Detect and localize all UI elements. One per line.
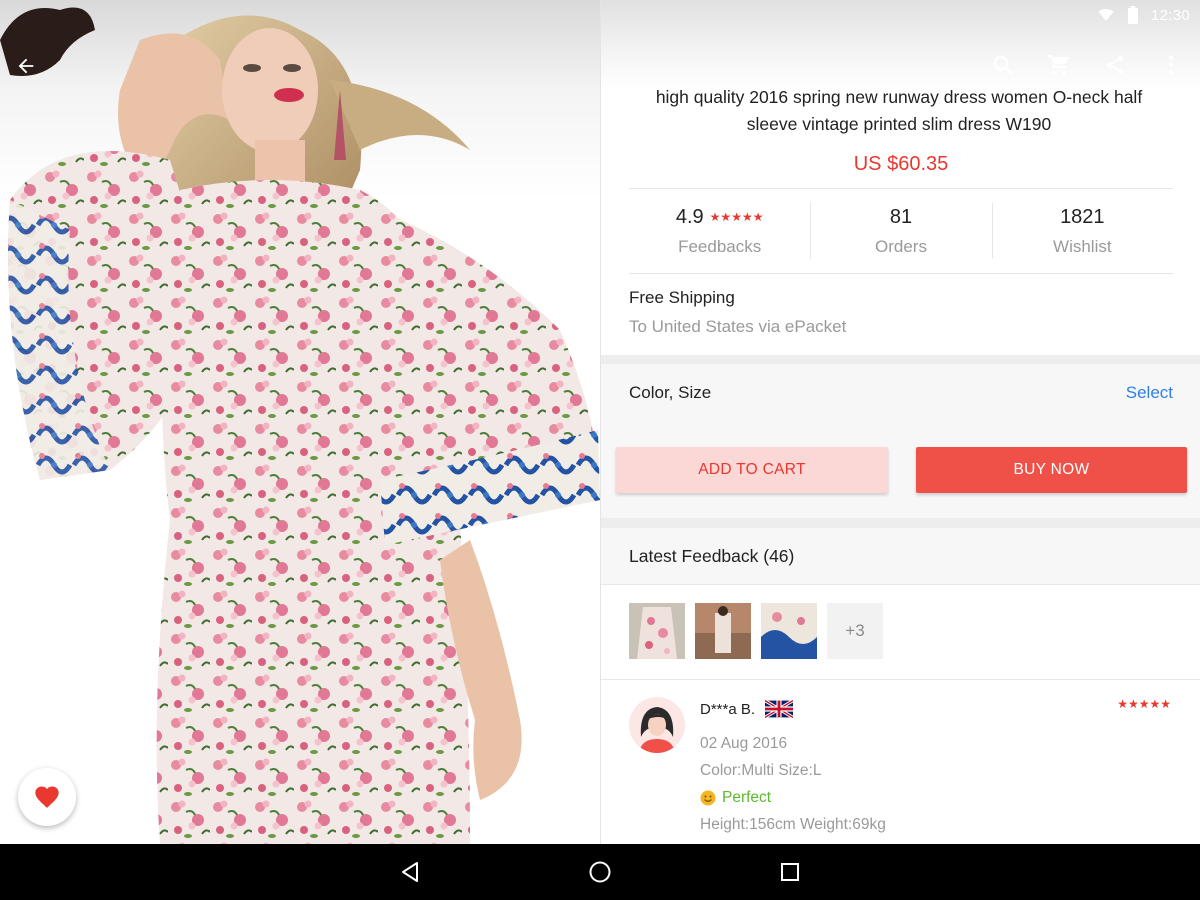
reviewer-name: D***a B. [700, 700, 756, 718]
stat-label-feedbacks: Feedbacks [678, 236, 762, 256]
reviewer-avatar [629, 697, 685, 753]
stat-label-orders: Orders [875, 236, 927, 256]
stat-orders[interactable]: 81 Orders [810, 189, 991, 273]
nav-recents-icon [781, 863, 799, 881]
review-date: 02 Aug 2016 [700, 735, 788, 752]
section-divider [601, 355, 1200, 364]
photo-thumbnail [629, 603, 685, 659]
more-vert-icon [1168, 55, 1174, 75]
feedback-photo[interactable] [629, 603, 685, 659]
nav-home-button[interactable] [584, 856, 616, 888]
avatar-icon [639, 707, 675, 753]
uk-flag-icon [765, 700, 794, 718]
nav-back-button[interactable] [394, 856, 426, 888]
product-stats: 4.9 ★★★★★ Feedbacks 81 Orders 1821 Wishl… [629, 188, 1173, 274]
product-image[interactable] [0, 0, 600, 844]
share-button[interactable] [1100, 50, 1130, 80]
more-photos-button[interactable]: +3 [827, 603, 883, 659]
navigation-bar [0, 844, 1200, 900]
shipping-detail: To United States via ePacket [629, 317, 847, 336]
color-size-label: Color, Size [629, 383, 712, 402]
back-button[interactable] [6, 48, 46, 84]
rating-stars: ★★★★★ [709, 210, 764, 224]
feedback-photo[interactable] [761, 603, 817, 659]
stat-wishlist[interactable]: 1821 Wishlist [991, 189, 1173, 273]
wishlist-count: 1821 [1060, 205, 1105, 228]
wifi-icon [1098, 9, 1114, 21]
rating-value: 4.9 [675, 205, 704, 228]
select-link[interactable]: Select [1126, 383, 1173, 403]
sentiment-label: Perfect [722, 789, 772, 806]
smiley-icon [700, 790, 716, 806]
search-icon [993, 55, 1013, 75]
review-stars: ★★★★★ [1117, 697, 1171, 711]
shipping-title: Free Shipping [629, 288, 735, 307]
feedback-header[interactable]: Latest Feedback (46) [601, 528, 1200, 585]
review-sentiment: Perfect [700, 789, 886, 807]
nav-recents-button[interactable] [774, 856, 806, 888]
photo-thumbnail [761, 603, 817, 659]
shipping-info[interactable]: Free Shipping To United States via ePack… [629, 288, 1173, 337]
add-to-cart-button[interactable]: ADD TO CART [616, 447, 888, 493]
section-divider [601, 518, 1200, 528]
battery-icon [1128, 6, 1138, 24]
purchase-buttons: ADD TO CART BUY NOW [601, 422, 1200, 518]
nav-home-icon [589, 861, 611, 883]
search-button[interactable] [988, 50, 1018, 80]
product-price: US $60.35 [853, 153, 949, 175]
back-arrow-icon [18, 58, 34, 74]
review-attributes: Color:Multi Size:L [700, 762, 822, 779]
status-bar: 12:30 [1097, 5, 1190, 25]
divider [601, 679, 1200, 680]
status-time: 12:30 [1150, 6, 1190, 24]
cart-icon [1048, 55, 1069, 75]
more-options-button[interactable] [1156, 50, 1186, 80]
feedback-photos: +3 [629, 603, 883, 659]
orders-count: 81 [889, 205, 913, 228]
favorite-button[interactable] [18, 768, 76, 826]
photo-thumbnail [695, 603, 751, 659]
model-photo [0, 7, 600, 844]
product-title: high quality 2016 spring new runway dres… [655, 87, 1143, 134]
feedback-photo[interactable] [695, 603, 751, 659]
review-body-info: Height:156cm Weight:69kg [700, 816, 886, 833]
color-size-row[interactable]: Color, Size Select [601, 364, 1200, 422]
review-body: D***a B. 02 Aug 2016 Color:Multi Size:L … [700, 697, 886, 834]
buy-now-button[interactable]: BUY NOW [916, 447, 1187, 493]
toolbar-actions [988, 50, 1186, 80]
stat-feedbacks[interactable]: 4.9 ★★★★★ Feedbacks [629, 189, 810, 273]
product-detail-pane: 12:30 high quality 2016 spring new runwa… [600, 0, 1200, 844]
share-icon [1106, 55, 1124, 75]
stat-label-wishlist: Wishlist [1053, 236, 1112, 256]
nav-back-icon [402, 862, 418, 882]
cart-button[interactable] [1044, 50, 1074, 80]
heart-icon [35, 786, 59, 808]
